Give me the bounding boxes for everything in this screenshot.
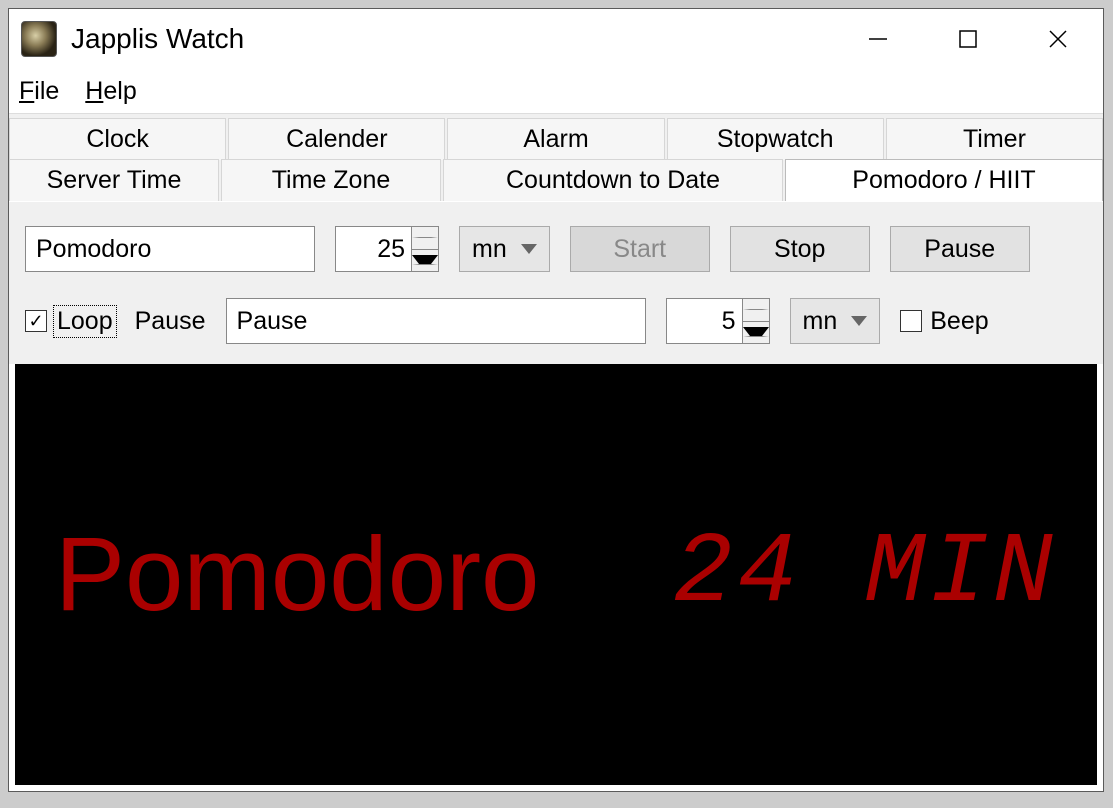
tab-server-time[interactable]: Server Time bbox=[9, 159, 219, 201]
app-title: Japplis Watch bbox=[71, 23, 833, 55]
loop-checkbox[interactable]: ✓ bbox=[25, 310, 47, 332]
loop-checkbox-wrap[interactable]: ✓ Loop bbox=[25, 307, 115, 336]
minimize-button[interactable] bbox=[833, 9, 923, 69]
tab-row-bottom: Server Time Time Zone Countdown to Date … bbox=[9, 159, 1103, 201]
session-name-input[interactable] bbox=[25, 226, 315, 272]
triangle-up-icon bbox=[743, 309, 769, 310]
beep-checkbox[interactable] bbox=[900, 310, 922, 332]
beep-checkbox-wrap[interactable]: Beep bbox=[900, 307, 988, 336]
duration-down-button[interactable] bbox=[412, 250, 438, 272]
menu-help[interactable]: Help bbox=[85, 77, 136, 106]
start-button: Start bbox=[570, 226, 710, 272]
duration-input[interactable] bbox=[335, 226, 411, 272]
pause-field-label: Pause bbox=[135, 307, 206, 336]
titlebar: Japplis Watch bbox=[9, 9, 1103, 69]
pause-duration-up-button[interactable] bbox=[743, 299, 769, 322]
pause-unit-value: mn bbox=[803, 307, 838, 336]
tab-time-zone[interactable]: Time Zone bbox=[221, 159, 441, 201]
tab-alarm[interactable]: Alarm bbox=[447, 118, 664, 160]
pause-name-input[interactable] bbox=[226, 298, 646, 344]
close-icon bbox=[1047, 28, 1069, 50]
app-icon bbox=[21, 21, 57, 57]
row-1: mn Start Stop Pause bbox=[25, 226, 1087, 272]
maximize-icon bbox=[957, 28, 979, 50]
tabs-area: Clock Calender Alarm Stopwatch Timer Ser… bbox=[9, 113, 1103, 364]
chevron-down-icon bbox=[851, 316, 867, 326]
tab-pomodoro-hiit[interactable]: Pomodoro / HIIT bbox=[785, 159, 1103, 201]
pomodoro-panel: mn Start Stop Pause ✓ Loop Pause bbox=[9, 201, 1103, 364]
tab-calender[interactable]: Calender bbox=[228, 118, 445, 160]
tab-row-top: Clock Calender Alarm Stopwatch Timer bbox=[9, 118, 1103, 160]
display-session-name: Pomodoro bbox=[55, 515, 539, 635]
unit-value: mn bbox=[472, 235, 507, 264]
minimize-icon bbox=[867, 28, 889, 50]
menubar: File Help bbox=[9, 69, 1103, 113]
tab-stopwatch[interactable]: Stopwatch bbox=[667, 118, 884, 160]
tab-timer[interactable]: Timer bbox=[886, 118, 1103, 160]
loop-label: Loop bbox=[55, 307, 115, 336]
pause-duration-stepper[interactable] bbox=[666, 298, 770, 344]
display-time-remaining: 24 min bbox=[673, 518, 1057, 631]
app-window: Japplis Watch File Help Clock Calender A… bbox=[8, 8, 1104, 792]
triangle-down-icon bbox=[412, 255, 438, 265]
pause-duration-spinner-buttons bbox=[742, 298, 770, 344]
triangle-down-icon bbox=[743, 327, 769, 337]
window-controls bbox=[833, 9, 1103, 69]
duration-stepper[interactable] bbox=[335, 226, 439, 272]
stop-button[interactable]: Stop bbox=[730, 226, 870, 272]
timer-display: Pomodoro 24 min bbox=[15, 364, 1097, 785]
chevron-down-icon bbox=[521, 244, 537, 254]
pause-duration-down-button[interactable] bbox=[743, 322, 769, 344]
maximize-button[interactable] bbox=[923, 9, 1013, 69]
pause-button[interactable]: Pause bbox=[890, 226, 1030, 272]
triangle-up-icon bbox=[412, 237, 438, 238]
beep-label: Beep bbox=[930, 307, 988, 336]
row-2: ✓ Loop Pause mn Be bbox=[25, 298, 1087, 344]
duration-spinner-buttons bbox=[411, 226, 439, 272]
close-button[interactable] bbox=[1013, 9, 1103, 69]
duration-up-button[interactable] bbox=[412, 227, 438, 250]
pause-unit-dropdown[interactable]: mn bbox=[790, 298, 881, 344]
menu-file[interactable]: File bbox=[19, 77, 59, 106]
tab-countdown-to-date[interactable]: Countdown to Date bbox=[443, 159, 783, 201]
unit-dropdown[interactable]: mn bbox=[459, 226, 550, 272]
pause-duration-input[interactable] bbox=[666, 298, 742, 344]
tab-clock[interactable]: Clock bbox=[9, 118, 226, 160]
